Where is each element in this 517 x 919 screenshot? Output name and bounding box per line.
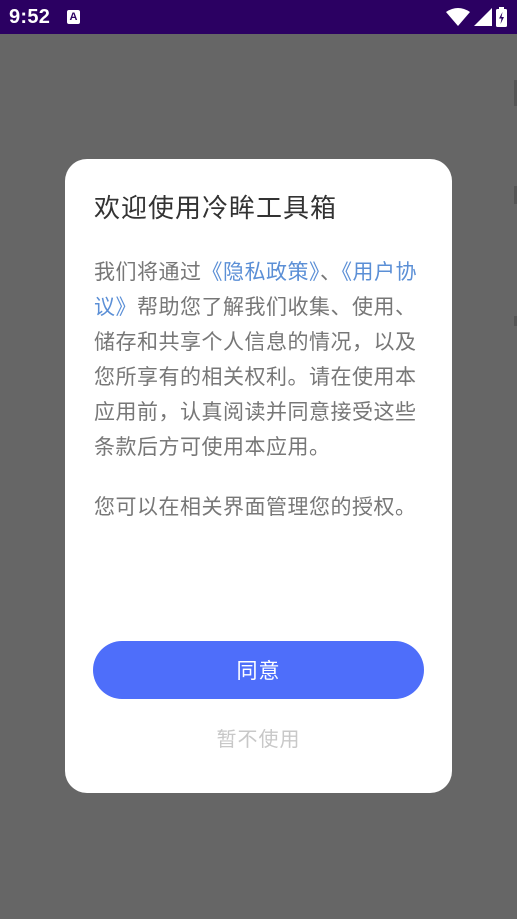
notification-a-icon: A: [67, 10, 80, 24]
privacy-statement: 我们将通过《隐私政策》、《用户协议》帮助您了解我们收集、使用、储存和共享个人信息…: [94, 255, 424, 465]
statement-separator: 、: [320, 260, 342, 284]
privacy-dialog: 欢迎使用冷眸工具箱 我们将通过《隐私政策》、《用户协议》帮助您了解我们收集、使用…: [65, 159, 452, 793]
status-bar: 9:52 A: [0, 0, 517, 34]
dialog-title: 欢迎使用冷眸工具箱: [94, 194, 338, 224]
status-icons: [446, 7, 507, 27]
authorization-note: 您可以在相关界面管理您的授权。: [94, 495, 417, 519]
wifi-icon: [446, 8, 470, 26]
screen: 9:52 A 欢迎使用冷眸工具箱 我们将通过《隐私政策》、《用户协议》帮助您了解…: [0, 0, 517, 919]
privacy-policy-link[interactable]: 《隐私政策》: [202, 260, 321, 284]
statement-prefix: 我们将通过: [94, 260, 202, 284]
status-time: 9:52: [9, 6, 51, 28]
dialog-body: 我们将通过《隐私政策》、《用户协议》帮助您了解我们收集、使用、储存和共享个人信息…: [94, 255, 424, 525]
decline-button[interactable]: 暂不使用: [93, 717, 424, 757]
battery-charging-icon: [496, 7, 507, 27]
agree-button[interactable]: 同意: [93, 641, 424, 699]
statement-suffix: 帮助您了解我们收集、使用、储存和共享个人信息的情况，以及您所享有的相关权利。请在…: [94, 295, 417, 459]
signal-icon: [474, 8, 492, 26]
